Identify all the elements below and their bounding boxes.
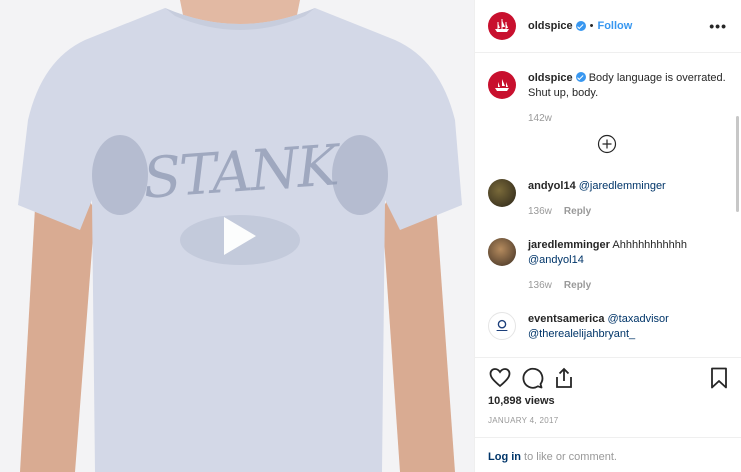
comment-item: eventsamerica @taxadvisor @therealelijah… (488, 312, 728, 342)
caption-time[interactable]: 142w (528, 111, 728, 126)
like-heart-icon[interactable] (488, 366, 512, 390)
comment-text: Ahhhhhhhhhhh (612, 239, 688, 251)
avatar[interactable] (488, 71, 516, 99)
play-icon[interactable] (212, 211, 262, 261)
avatar[interactable] (488, 312, 516, 340)
login-text: to like or comment. (521, 451, 617, 463)
view-count: 10,898 views (488, 395, 555, 407)
comment-time[interactable]: 136w (528, 280, 552, 291)
ship-logo-icon (495, 19, 509, 32)
more-options-icon[interactable]: ••• (709, 18, 727, 34)
login-link[interactable]: Log in (488, 451, 521, 463)
avatar[interactable] (488, 238, 516, 266)
avatar[interactable] (488, 179, 516, 207)
events-logo-icon (496, 319, 508, 332)
comment-username[interactable]: andyol14 (528, 180, 576, 192)
comment-mention[interactable]: @jaredlemminger (579, 180, 666, 192)
follow-button[interactable]: Follow (597, 20, 632, 32)
comment-item: andyol14 @jaredlemminger 136w Reply (488, 179, 728, 219)
post-actions: 10,898 views JANUARY 4, 2017 Log in to l… (475, 357, 741, 472)
post-media[interactable]: STANK (0, 0, 474, 472)
verified-icon (575, 72, 586, 82)
comment-username[interactable]: eventsamerica (528, 313, 604, 325)
comment-mention[interactable]: @andyol14 (528, 254, 584, 266)
login-prompt: Log in to like or comment. (475, 437, 741, 472)
post-side-panel: oldspice • Follow ••• oldspice Body lang… (474, 0, 741, 472)
comment-mention[interactable]: @therealelijahbryant_ (528, 328, 635, 340)
caption-body: oldspice Body language is overrated. Shu… (528, 71, 728, 126)
comment-mention[interactable]: @taxadvisor (608, 313, 669, 325)
ship-logo-icon (495, 79, 509, 91)
reply-button[interactable]: Reply (564, 280, 591, 291)
comment-time[interactable]: 136w (528, 206, 552, 217)
post-date[interactable]: JANUARY 4, 2017 (488, 416, 558, 425)
share-icon[interactable] (552, 366, 576, 390)
post-header: oldspice • Follow ••• (475, 0, 741, 53)
bookmark-icon[interactable] (707, 366, 731, 390)
separator-dot: • (589, 20, 594, 32)
comment-bubble-icon[interactable] (520, 366, 544, 390)
comment-item: jaredlemminger Ahhhhhhhhhhh @andyol14 13… (488, 238, 728, 293)
load-more-comments-icon[interactable] (597, 134, 617, 154)
caption-username[interactable]: oldspice (528, 72, 573, 84)
comment-meta: 136w Reply (528, 204, 666, 219)
header-username[interactable]: oldspice (528, 20, 573, 32)
avatar[interactable] (488, 12, 516, 40)
comment-body: eventsamerica @taxadvisor @therealelijah… (528, 312, 669, 342)
scrollbar[interactable] (736, 116, 739, 212)
comments-list[interactable]: oldspice Body language is overrated. Shu… (475, 54, 741, 356)
caption-item: oldspice Body language is overrated. Shu… (488, 71, 728, 126)
reply-button[interactable]: Reply (564, 206, 591, 217)
action-icons (488, 366, 584, 390)
verified-icon (575, 21, 586, 31)
comment-meta: 136w Reply (528, 278, 687, 293)
comment-username[interactable]: jaredlemminger (528, 239, 610, 251)
comment-body: jaredlemminger Ahhhhhhhhhhh @andyol14 13… (528, 238, 687, 293)
comment-body: andyol14 @jaredlemminger 136w Reply (528, 179, 666, 219)
